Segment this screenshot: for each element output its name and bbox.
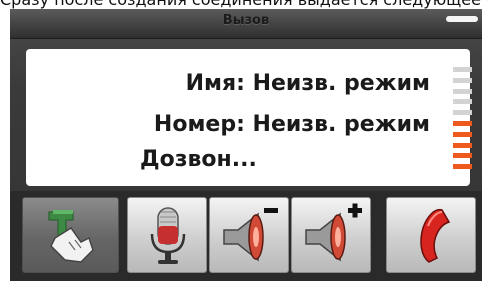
document-caption: Сразу после создания соединения выдается…: [0, 0, 487, 9]
signal-segment: [453, 121, 472, 126]
volume-up-button[interactable]: [291, 197, 371, 273]
signal-segment: [453, 110, 472, 116]
microphone-icon: [150, 207, 186, 264]
hang-up-button[interactable]: [386, 197, 476, 273]
volume-up-icon: [305, 203, 362, 262]
signal-segment: [453, 131, 472, 137]
call-info-panel: Имя: Неизв. режим Номер: Неизв. режим До…: [26, 49, 472, 186]
volume-down-icon: [223, 208, 278, 262]
signal-segment: [453, 99, 472, 105]
hold-transfer-hand-icon: [48, 210, 94, 263]
window-title: Вызов: [222, 13, 270, 28]
caller-name: Имя: Неизв. режим: [185, 71, 430, 96]
hold-button[interactable]: [22, 197, 119, 273]
title-bar: Вызов: [10, 9, 482, 39]
microphone-button[interactable]: [127, 197, 207, 273]
signal-segment: [453, 77, 472, 83]
volume-down-button[interactable]: [209, 197, 289, 273]
call-window: Вызов Имя: Неизв. режим Номер: Неизв. ре…: [10, 9, 482, 281]
caller-number: Номер: Неизв. режим: [153, 112, 430, 137]
signal-segment: [453, 153, 472, 159]
signal-segment: [453, 142, 472, 148]
signal-segment: [453, 88, 472, 94]
hang-up-phone-icon: [420, 208, 451, 263]
signal-segment: [453, 164, 472, 170]
call-toolbar: [10, 191, 482, 281]
call-status: Дозвон...: [140, 147, 257, 172]
signal-strength-meter: [453, 65, 472, 173]
signal-segment: [453, 67, 472, 72]
minimize-bar-icon[interactable]: [446, 16, 478, 22]
